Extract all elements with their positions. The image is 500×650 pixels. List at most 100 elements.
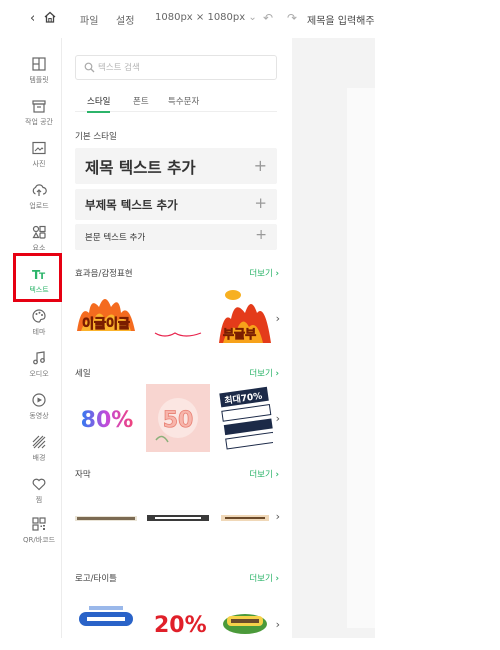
plus-icon: +: [253, 156, 267, 175]
sticker-text: 50: [163, 408, 194, 433]
search-box: [75, 55, 277, 80]
chevron-right-icon: ›: [275, 470, 279, 480]
sidebar-item-upload[interactable]: 업로드: [16, 182, 62, 222]
angry-sticker-graphic: 부글부: [219, 290, 271, 343]
workspace-icon: [32, 100, 46, 113]
more-label: 더보기: [249, 574, 273, 584]
sidebar-item-label: QR/바코드: [22, 536, 56, 544]
sidebar-item-workspace[interactable]: 작업 공간: [16, 98, 62, 138]
logo-thumbnail[interactable]: [75, 596, 137, 638]
file-menu[interactable]: 파일: [80, 12, 98, 27]
sticker-row-subtitle: ›: [75, 508, 280, 528]
caption-thumbnail[interactable]: [221, 508, 269, 528]
sticker-row-sale: 80% 50 최대70% ›: [75, 384, 280, 452]
sticker-thumbnail[interactable]: 최대70%: [219, 384, 273, 452]
sticker-text: 이글이글: [82, 316, 130, 332]
sticker-thumbnail[interactable]: 80%: [75, 384, 139, 452]
sidebar-item-text[interactable]: TT 텍스트: [16, 266, 62, 306]
sidebar-item-audio[interactable]: 오디오: [16, 350, 62, 390]
tab-font[interactable]: 폰트: [133, 95, 149, 111]
background-icon: [32, 435, 46, 449]
canvas-workspace[interactable]: [292, 38, 375, 638]
undo-icon[interactable]: ↶: [263, 11, 273, 25]
more-label: 더보기: [249, 269, 273, 279]
sticker-thumbnail[interactable]: 부글부: [219, 283, 271, 353]
add-body-label: 본문 텍스트 추가: [85, 233, 146, 243]
chevron-left-icon[interactable]: ‹: [30, 11, 35, 26]
chevron-right-icon: ›: [275, 269, 279, 279]
more-label: 더보기: [249, 369, 273, 379]
left-sidebar: 템플릿 작업 공간 사진 업로드 요소 TT 텍스트 테마 오디오 동영상 배경…: [16, 38, 62, 638]
canvas-page[interactable]: [347, 88, 375, 628]
home-icon[interactable]: [43, 10, 57, 24]
max-discount-sticker-graphic: 최대70%: [219, 386, 273, 450]
plus-icon: +: [255, 227, 267, 243]
sidebar-item-background[interactable]: 배경: [16, 434, 62, 474]
logo-thumbnail[interactable]: [219, 596, 271, 638]
sidebar-item-label: 테마: [32, 328, 46, 336]
template-icon: [32, 57, 46, 71]
more-link-sfx[interactable]: 더보기 ›: [249, 267, 279, 279]
caption-graphic: [147, 515, 209, 521]
logo-thumbnail[interactable]: 20%: [146, 596, 208, 638]
sidebar-item-label: 업로드: [29, 202, 49, 210]
sidebar-item-theme[interactable]: 테마: [16, 308, 62, 348]
sidebar-item-video[interactable]: 동영상: [16, 392, 62, 432]
search-icon: [84, 62, 95, 73]
logo-graphic: [223, 614, 267, 634]
basic-style-heading: 기본 스타일: [75, 132, 117, 142]
chevron-right-icon[interactable]: ›: [276, 412, 280, 425]
sidebar-item-qr[interactable]: QR/바코드: [16, 516, 62, 556]
redo-icon[interactable]: ↷: [287, 11, 297, 25]
heart-sticker-graphic: 두근두근: [148, 310, 208, 337]
chevron-right-icon[interactable]: ›: [276, 618, 280, 631]
text-icon: TT: [32, 268, 46, 282]
sticker-text: 부글부: [223, 327, 256, 341]
photo-icon: [32, 141, 46, 155]
fire-sticker-graphic: 이글이글: [77, 299, 135, 332]
sidebar-item-label: 배경: [32, 454, 46, 462]
caption-thumbnail[interactable]: [75, 508, 137, 528]
sticker-thumbnail[interactable]: 두근두근: [145, 283, 211, 353]
percent-sticker-graphic: 80%: [81, 408, 134, 433]
sidebar-item-favorites[interactable]: 찜: [16, 476, 62, 516]
plus-icon: +: [254, 194, 267, 212]
section-title-sfx: 효과음/감정표현: [75, 269, 133, 279]
sidebar-item-templates[interactable]: 템플릿: [16, 56, 62, 96]
palette-icon: [32, 309, 46, 323]
logo-graphic: [79, 606, 133, 626]
settings-menu[interactable]: 설정: [116, 12, 134, 27]
elements-icon: [32, 225, 46, 239]
sidebar-item-label: 동영상: [29, 412, 49, 420]
caption-thumbnail[interactable]: [147, 508, 209, 528]
sticker-row-logo: 20% ›: [75, 596, 280, 638]
chevron-right-icon[interactable]: ›: [276, 312, 280, 325]
sticker-thumbnail[interactable]: 이글이글: [75, 283, 137, 353]
add-subtitle-label: 부제목 텍스트 추가: [85, 198, 178, 212]
sidebar-item-elements[interactable]: 요소: [16, 224, 62, 264]
sticker-row-sfx: 이글이글 두근두근 부글부 ›: [75, 283, 280, 353]
add-subtitle-button[interactable]: 부제목 텍스트 추가 +: [75, 189, 277, 220]
caption-graphic: [75, 516, 137, 521]
chevron-right-icon[interactable]: ›: [276, 510, 280, 523]
section-title-subtitle: 자막: [75, 470, 91, 480]
document-title-input[interactable]: 제목을 입력해주세요: [307, 12, 375, 27]
canvas-size-dropdown[interactable]: 1080px × 1080px ⌄: [155, 12, 257, 23]
add-title-button[interactable]: 제목 텍스트 추가 +: [75, 148, 277, 184]
tab-style[interactable]: 스타일: [87, 95, 111, 113]
more-label: 더보기: [249, 470, 273, 480]
more-link-logo[interactable]: 더보기 ›: [249, 572, 279, 584]
sidebar-item-photo[interactable]: 사진: [16, 140, 62, 180]
sticker-thumbnail[interactable]: 50: [146, 384, 210, 452]
more-link-sale[interactable]: 더보기 ›: [249, 367, 279, 379]
caption-graphic: [221, 515, 269, 521]
more-link-subtitle[interactable]: 더보기 ›: [249, 468, 279, 480]
search-input[interactable]: [98, 60, 268, 76]
chevron-right-icon: ›: [275, 369, 279, 379]
sticker-text: 80%: [81, 408, 134, 433]
sale-50-sticker-graphic: 50: [146, 384, 210, 452]
tab-special-chars[interactable]: 특수문자: [168, 95, 199, 111]
add-body-button[interactable]: 본문 텍스트 추가 +: [75, 224, 277, 250]
sidebar-item-label: 작업 공간: [25, 118, 53, 126]
chevron-right-icon: ›: [275, 574, 279, 584]
